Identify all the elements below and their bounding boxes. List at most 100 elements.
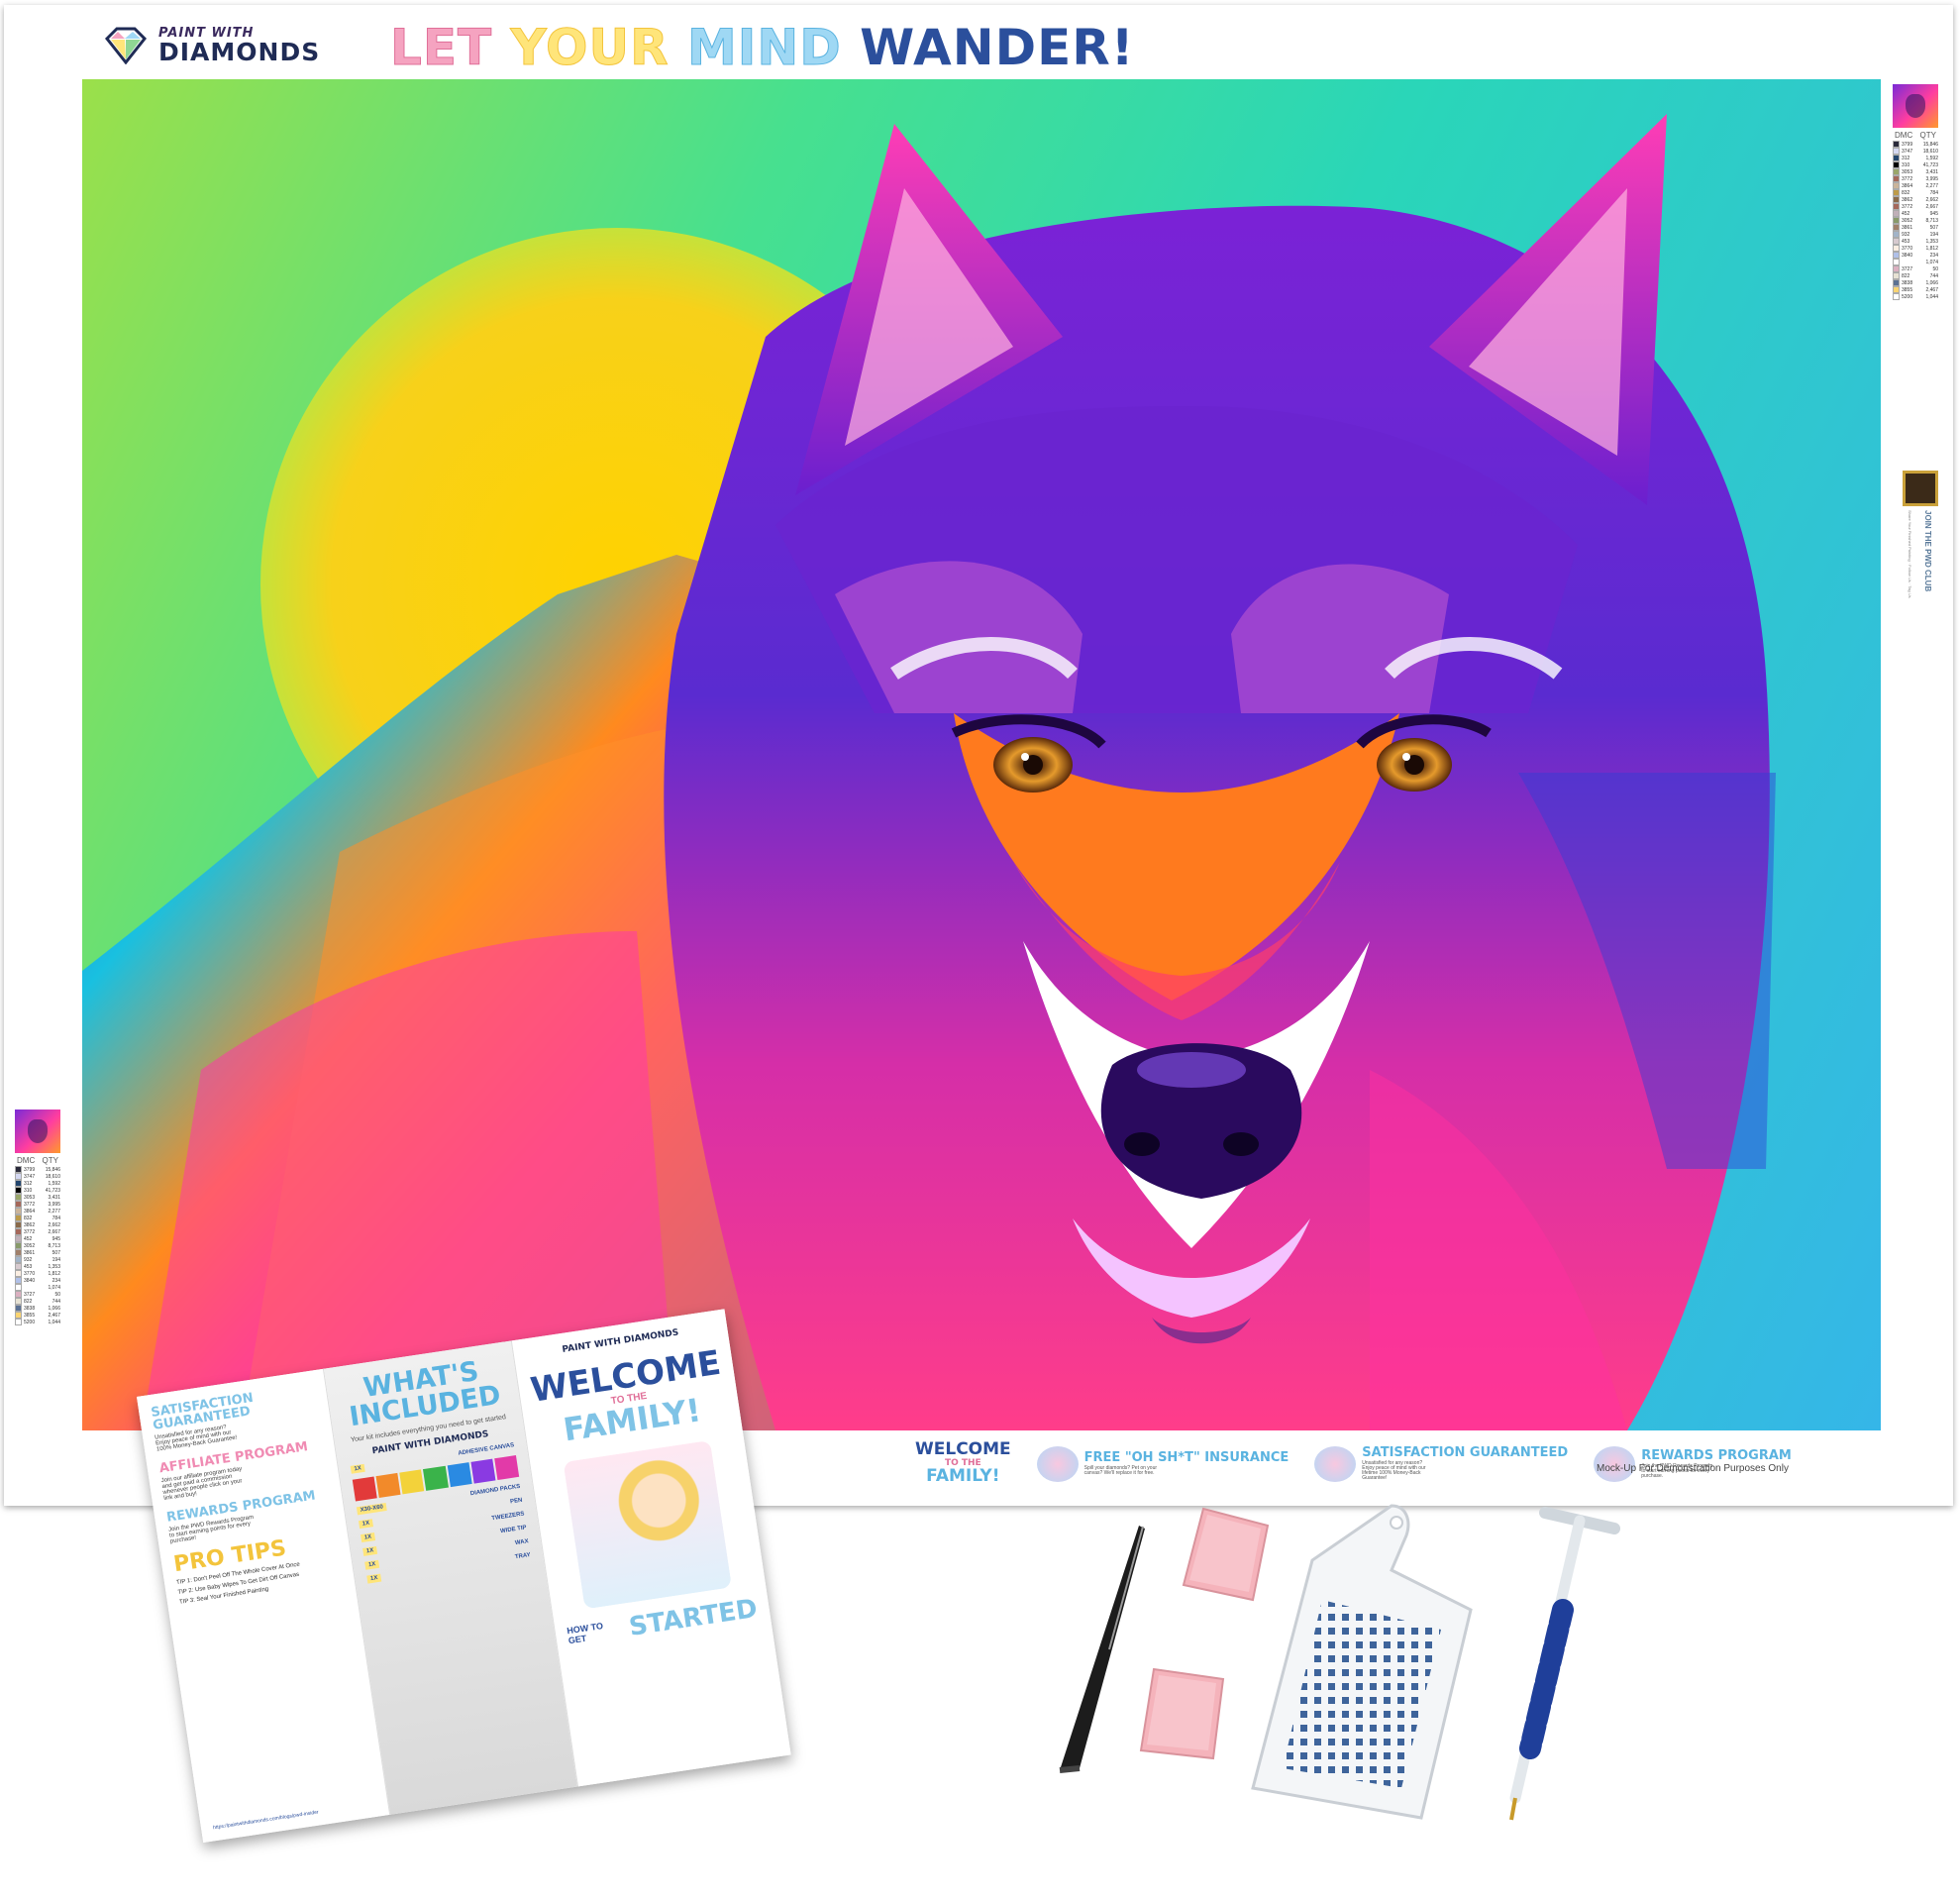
color-swatch <box>1893 238 1900 245</box>
dmc-code: 3855 <box>1902 286 1913 293</box>
dmc-qty: 507 <box>52 1249 60 1256</box>
color-swatch <box>15 1221 22 1228</box>
brand-main-text: DIAMONDS <box>158 38 321 66</box>
dmc-code: 832 <box>1902 189 1910 196</box>
color-swatch <box>15 1319 22 1325</box>
dmc-code: 3855 <box>24 1312 36 1319</box>
headline-word: MIND <box>687 19 842 77</box>
color-swatch <box>1893 175 1900 182</box>
legend-row: 312 1,592 <box>1891 155 1940 161</box>
dmc-qty: 1,592 <box>48 1180 60 1187</box>
dmc-qty: 1,066 <box>48 1305 60 1312</box>
color-swatch <box>15 1305 22 1312</box>
dmc-qty: 41,723 <box>45 1187 60 1194</box>
color-swatch <box>15 1194 22 1201</box>
dmc-qty: 8,713 <box>48 1242 60 1249</box>
dmc-code: 3840 <box>1902 252 1913 259</box>
dmc-qty: 50 <box>1932 265 1938 272</box>
wax-pad-icon <box>1139 1667 1225 1760</box>
legend-row: 3727 50 <box>13 1291 62 1298</box>
dmc-code: 3838 <box>24 1305 36 1312</box>
legend-row: 1,074 <box>1891 259 1940 265</box>
dmc-code: 310 <box>1902 161 1910 168</box>
dmc-qty: 3,431 <box>48 1194 60 1201</box>
dmc-code: 3052 <box>24 1242 36 1249</box>
legend-header: DMC QTY <box>1895 131 1936 140</box>
dmc-qty: 3,995 <box>1925 175 1938 182</box>
color-swatch <box>1893 210 1900 217</box>
join-club-strip: JOIN THE PWD CLUB Share Your Finished Pa… <box>1898 471 1943 619</box>
color-swatch <box>1893 279 1900 286</box>
legend-row: 452 945 <box>1891 210 1940 217</box>
join-club-title: JOIN THE PWD CLUB <box>1923 510 1932 592</box>
dmc-qty: 2,667 <box>48 1228 60 1235</box>
legend-row: 3864 2,277 <box>1891 182 1940 189</box>
instruction-brochure: SATISFACTION GUARANTEED Unsatisfied for … <box>137 1309 791 1844</box>
dmc-qty: 507 <box>1929 224 1938 231</box>
color-swatch <box>15 1312 22 1319</box>
legend-row: 3052 8,713 <box>13 1242 62 1249</box>
legend-row: 3727 50 <box>1891 265 1940 272</box>
color-swatch <box>1893 293 1900 300</box>
color-swatch <box>1893 168 1900 175</box>
color-swatch <box>15 1215 22 1221</box>
dmc-code: 312 <box>24 1180 33 1187</box>
color-swatch <box>1893 224 1900 231</box>
legend-row: 3864 2,277 <box>13 1208 62 1215</box>
satisfaction-illustration-icon <box>1314 1445 1357 1482</box>
dmc-qty: 234 <box>52 1277 60 1284</box>
legend-row: 932 194 <box>1891 231 1940 238</box>
color-swatch <box>15 1201 22 1208</box>
color-swatch <box>15 1277 22 1284</box>
dmc-code: 5200 <box>24 1319 36 1325</box>
legend-row: 932 194 <box>13 1256 62 1263</box>
framed-painting-icon <box>1903 471 1938 506</box>
dmc-code: 3727 <box>24 1291 36 1298</box>
dmc-code: 822 <box>1902 272 1910 279</box>
dmc-qty: 945 <box>1929 210 1938 217</box>
dmc-qty: 15,846 <box>1922 141 1938 148</box>
brand-logo: PAINT WITH DIAMONDS <box>103 27 320 64</box>
dmc-code: 3864 <box>1902 182 1913 189</box>
dmc-code: 3772 <box>24 1201 36 1208</box>
dmc-qty: 2,467 <box>48 1312 60 1319</box>
legend-row: 3770 1,812 <box>13 1270 62 1277</box>
dmc-code: 453 <box>24 1263 33 1270</box>
color-swatch <box>15 1284 22 1291</box>
dmc-code: 3772 <box>24 1228 36 1235</box>
legend-row: 3053 3,431 <box>13 1194 62 1201</box>
diamond-icon <box>104 27 148 64</box>
headline-word: YOUR <box>510 19 670 77</box>
diamond-tray-icon <box>1251 1504 1473 1820</box>
dmc-qty: 3,995 <box>48 1201 60 1208</box>
legend-row: 3747 18,610 <box>1891 148 1940 155</box>
dmc-qty: 1,044 <box>1925 293 1938 300</box>
legend-row: 453 1,353 <box>13 1263 62 1270</box>
color-swatch <box>15 1298 22 1305</box>
dmc-qty: 1,044 <box>48 1319 60 1325</box>
legend-row: 3772 2,667 <box>1891 203 1940 210</box>
legend-row: 822 744 <box>1891 272 1940 279</box>
dmc-code: 932 <box>1902 231 1910 238</box>
dmc-qty: 50 <box>54 1291 60 1298</box>
legend-row: 3772 2,667 <box>13 1228 62 1235</box>
dmc-qty: 194 <box>1929 231 1938 238</box>
legend-row: 3855 2,467 <box>13 1312 62 1319</box>
legend-row: 3747 18,610 <box>13 1173 62 1180</box>
legend-rows: 3799 15,846 3747 18,610 312 1,592 310 41,723 305… <box>1891 141 1940 300</box>
color-swatch <box>15 1291 22 1298</box>
legend-row: 3861 507 <box>1891 224 1940 231</box>
dmc-qty: 41,723 <box>1922 161 1938 168</box>
dmc-code: 5200 <box>1902 293 1913 300</box>
color-swatch <box>1893 231 1900 238</box>
mockup-disclaimer: Mock-Up For Demonstration Purposes Only <box>1597 1463 1789 1474</box>
dmc-code: 3838 <box>1902 279 1913 286</box>
color-swatch <box>15 1270 22 1277</box>
dmc-qty: 194 <box>52 1256 60 1263</box>
wolf-painting <box>82 79 1881 1430</box>
dmc-qty: 1,074 <box>1925 259 1938 265</box>
color-swatch <box>1893 259 1900 265</box>
dmc-code: 3864 <box>24 1208 36 1215</box>
color-swatch <box>1893 182 1900 189</box>
dmc-code: 3770 <box>24 1270 36 1277</box>
